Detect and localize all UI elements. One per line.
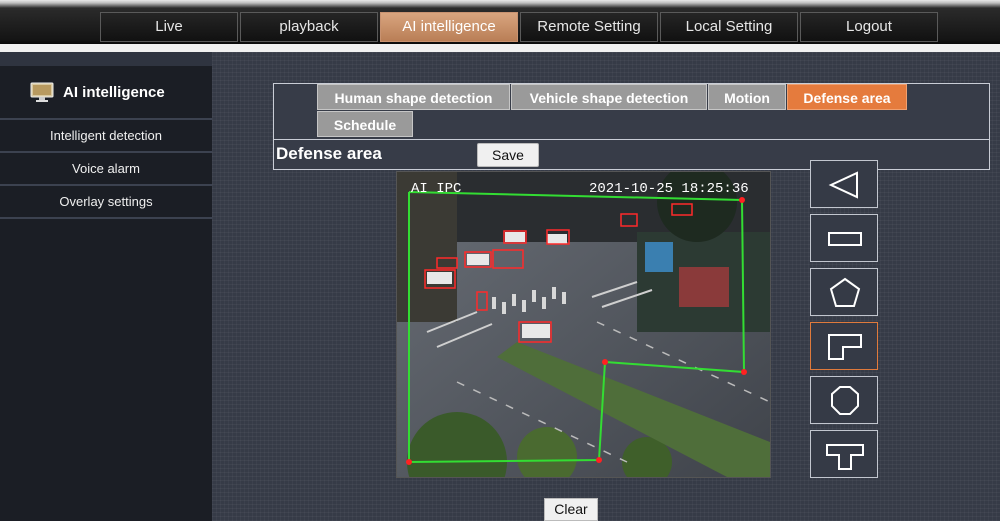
tab-motion[interactable]: Motion — [708, 84, 786, 110]
nav-playback[interactable]: playback — [240, 12, 378, 42]
sidebar: AI intelligence Intelligent detection Vo… — [0, 66, 212, 521]
octagon-shape-icon — [831, 386, 859, 415]
main-nav: Live playback AI intelligence Remote Set… — [100, 12, 940, 42]
rectangle-shape-icon — [828, 232, 862, 246]
tab-schedule[interactable]: Schedule — [317, 111, 413, 137]
nav-ai-intelligence[interactable]: AI intelligence — [380, 12, 518, 42]
nav-divider — [0, 44, 1000, 52]
pentagon-shape-button[interactable] — [810, 268, 878, 316]
pentagon-shape-icon — [829, 277, 861, 307]
tab-vehicle-shape-detection[interactable]: Vehicle shape detection — [511, 84, 707, 110]
osd-timestamp: 2021-10-25 18:25:36 — [589, 181, 749, 197]
main-content: Human shape detection Vehicle shape dete… — [212, 52, 1000, 521]
l-shape-button[interactable] — [810, 322, 878, 370]
sidebar-item-voice-alarm[interactable]: Voice alarm — [0, 153, 212, 186]
tabs-panel: Human shape detection Vehicle shape dete… — [273, 83, 990, 170]
sidebar-header: AI intelligence — [0, 66, 212, 120]
sidebar-title: AI intelligence — [63, 83, 165, 101]
nav-logout[interactable]: Logout — [800, 12, 938, 42]
t-shape-button[interactable] — [810, 430, 878, 478]
nav-remote-setting[interactable]: Remote Setting — [520, 12, 658, 42]
triangle-shape-icon — [828, 171, 858, 199]
triangle-shape-button[interactable] — [810, 160, 878, 208]
top-nav-bar: Live playback AI intelligence Remote Set… — [0, 0, 1000, 52]
nav-local-setting[interactable]: Local Setting — [660, 12, 798, 42]
l-shape-icon — [828, 334, 862, 360]
camera-scene: AI IPC 2021-10-25 18:25:36 — [397, 172, 770, 477]
osd-channel-label: AI IPC — [411, 181, 461, 197]
tab-defense-area[interactable]: Defense area — [787, 84, 907, 110]
nav-live[interactable]: Live — [100, 12, 238, 42]
video-preview[interactable]: AI IPC 2021-10-25 18:25:36 — [396, 171, 771, 478]
rectangle-shape-button[interactable] — [810, 214, 878, 262]
panel-divider — [274, 139, 989, 140]
sidebar-item-intelligent-detection[interactable]: Intelligent detection — [0, 120, 212, 153]
save-button[interactable]: Save — [477, 143, 539, 167]
section-title: Defense area — [276, 144, 382, 163]
sidebar-item-overlay-settings[interactable]: Overlay settings — [0, 186, 212, 219]
monitor-icon — [30, 82, 54, 102]
octagon-shape-button[interactable] — [810, 376, 878, 424]
clear-button[interactable]: Clear — [544, 498, 598, 521]
t-shape-icon — [826, 444, 864, 470]
tab-human-shape-detection[interactable]: Human shape detection — [317, 84, 510, 110]
